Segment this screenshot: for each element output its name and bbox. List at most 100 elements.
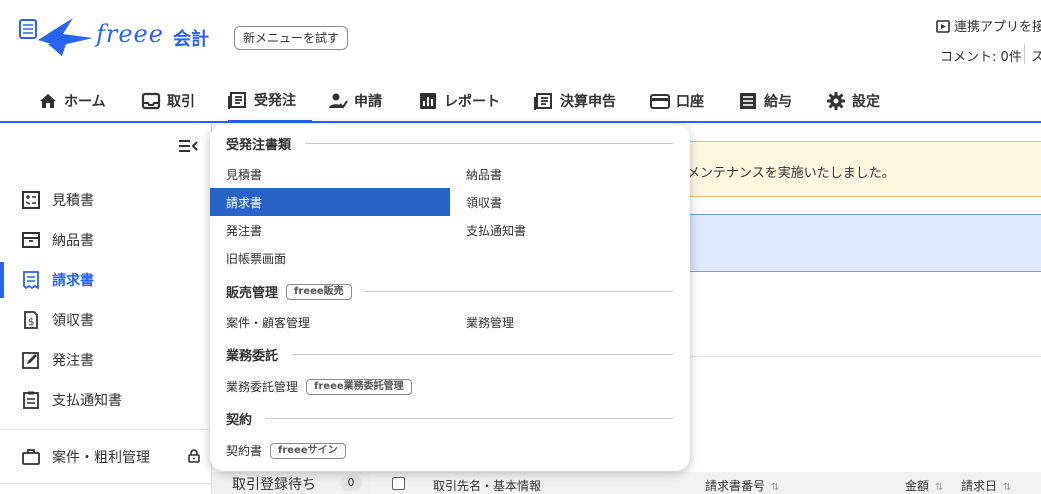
sidebar-item-label: 見積書: [52, 193, 94, 209]
sidebar-item-projects[interactable]: 案件・粗利管理: [0, 439, 210, 475]
menu-item-legacy-forms[interactable]: 旧帳票画面: [226, 250, 286, 267]
menu-item-quotes[interactable]: 見積書: [226, 166, 262, 183]
section-divider: [305, 143, 673, 144]
menu-item-label: 業務委託管理: [226, 380, 299, 394]
column-header-invoice-date[interactable]: 請求日 ⇅: [961, 477, 1011, 494]
sidebar-item-label: 案件・粗利管理: [52, 450, 150, 466]
sidebar-item-label: 領収書: [52, 313, 94, 329]
card-icon: [650, 93, 670, 109]
column-header-label: 金額: [905, 479, 930, 493]
nav-label: 給与: [764, 93, 792, 110]
clipboard-icon: [23, 391, 39, 409]
approval-icon: [329, 93, 348, 109]
menu-item-receipts[interactable]: 領収書: [466, 194, 502, 211]
info-notice: [680, 214, 1041, 272]
pending-count-badge: 0: [340, 475, 362, 491]
sort-icon: ⇅: [771, 482, 780, 493]
document-icon: [228, 92, 246, 109]
menu-item-delivery[interactable]: 納品書: [466, 166, 502, 183]
sidebar-item-label: 納品書: [52, 233, 94, 249]
menu-item-payment-notices[interactable]: 支払通知書: [466, 222, 526, 239]
dropdown-section-outsourcing: 業務委託: [226, 349, 279, 364]
comment-count-link[interactable]: コメント: 0件: [940, 46, 1022, 65]
receipt-icon: $: [24, 311, 38, 329]
chart-icon: [420, 92, 436, 109]
sidebar-divider: [0, 483, 212, 484]
sort-icon: ⇅: [935, 482, 944, 493]
menu-item-outsourcing-management[interactable]: 業務委託管理 freee業務委託管理: [226, 378, 412, 395]
sidebar-item-invoices[interactable]: 請求書: [0, 262, 210, 298]
menu-item-business-management[interactable]: 業務管理: [466, 314, 514, 331]
invoice-icon: [23, 271, 39, 289]
sidebar-divider: [0, 429, 212, 430]
nav-item-settings[interactable]: 設定: [826, 80, 880, 121]
nav-item-orders[interactable]: 受発注: [228, 80, 312, 123]
global-nav: ホーム 取引 受発注 申請 レポート 決算申告 口座 給与 設定: [0, 80, 1041, 123]
nav-label: 申請: [354, 93, 382, 110]
archive-icon: [22, 232, 40, 248]
sidebar-item-receipts[interactable]: $ 領収書: [0, 302, 210, 338]
orders-dropdown-menu: 受発注書類 見積書 納品書 請求書 領収書 発注書 支払通知書 旧帳票画面 販売…: [210, 124, 690, 471]
nav-label: 決算申告: [560, 93, 616, 110]
section-title: 販売管理: [226, 286, 279, 301]
briefcase-icon: [22, 449, 40, 465]
select-all-checkbox[interactable]: [392, 477, 405, 490]
logo-product: 会計: [173, 29, 209, 50]
header-divider: [1024, 44, 1025, 64]
try-new-menu-button[interactable]: 新メニューを試す: [234, 26, 349, 50]
dropdown-section-sales: 販売管理 freee販売: [226, 282, 352, 301]
section-divider: [265, 418, 673, 419]
product-tag: freee業務委託管理: [306, 378, 412, 395]
nav-label: 取引: [167, 93, 195, 110]
nav-item-accounts[interactable]: 口座: [650, 80, 704, 121]
gear-icon: [827, 91, 845, 110]
sort-icon: ⇅: [1003, 482, 1012, 493]
nav-item-approvals[interactable]: 申請: [328, 80, 382, 121]
nav-item-closing[interactable]: 決算申告: [534, 80, 616, 121]
nav-label: レポート: [444, 93, 500, 110]
invoice-table-header: 取引先名・基本情報 請求書番号 ⇅ 金額 ⇅ 請求日 ⇅: [370, 472, 1041, 494]
sidebar-item-quotes[interactable]: 見積書: [0, 182, 210, 218]
column-header-invoice-number[interactable]: 請求書番号 ⇅: [705, 477, 779, 494]
nav-item-payroll[interactable]: 給与: [738, 80, 792, 121]
logo-text: freee: [96, 20, 164, 48]
nav-item-transactions[interactable]: 取引: [141, 80, 195, 121]
edit-icon: [22, 352, 39, 369]
app-header: freee 会計 新メニューを試す 連携アプリを接 コメント: 0件 ス: [0, 0, 1041, 80]
lock-icon: [188, 449, 200, 463]
svg-text:$: $: [28, 317, 34, 328]
nav-item-home[interactable]: ホーム: [38, 80, 106, 121]
nav-label: 設定: [852, 93, 880, 110]
sidebar-item-label: 支払通知書: [52, 393, 122, 409]
sidebar-item-payment-notices[interactable]: 支払通知書: [0, 382, 210, 418]
document-icon: [534, 92, 552, 110]
menu-item-purchase-orders[interactable]: 発注書: [226, 222, 262, 239]
nav-label: ホーム: [64, 93, 106, 110]
sidebar-item-purchase-orders[interactable]: 発注書: [0, 342, 210, 378]
menu-item-contracts[interactable]: 契約書 freeeサイン: [226, 442, 346, 459]
nav-label: 口座: [676, 93, 704, 110]
column-header-label: 請求日: [961, 479, 998, 493]
play-square-icon: [936, 20, 950, 33]
sidebar-item-label: 請求書: [52, 273, 94, 289]
column-header-label: 請求書番号: [705, 479, 766, 493]
menu-item-projects-customers[interactable]: 案件・顧客管理: [226, 314, 310, 331]
section-divider: [292, 354, 673, 355]
menu-item-invoices[interactable]: 請求書: [210, 188, 450, 216]
nav-item-reports[interactable]: レポート: [418, 80, 500, 121]
column-header-amount[interactable]: 金額 ⇅: [905, 477, 943, 494]
product-tag: freee販売: [286, 283, 352, 300]
home-icon: [40, 93, 56, 108]
connected-apps-link[interactable]: 連携アプリを接: [936, 16, 1041, 35]
dropdown-section-contracts: 契約: [226, 413, 253, 428]
nav-label: 受発注: [254, 93, 296, 109]
connected-apps-label: 連携アプリを接: [954, 20, 1041, 35]
menu-item-label: 契約書: [226, 444, 263, 458]
payroll-icon: [740, 92, 756, 109]
collapse-sidebar-icon[interactable]: [178, 137, 198, 155]
header-extra-link[interactable]: ス: [1031, 46, 1041, 65]
sidebar-item-label: 発注書: [52, 353, 94, 369]
sidebar-item-delivery[interactable]: 納品書: [0, 222, 210, 258]
inbox-icon: [141, 92, 161, 109]
calculator-icon: [22, 191, 40, 209]
